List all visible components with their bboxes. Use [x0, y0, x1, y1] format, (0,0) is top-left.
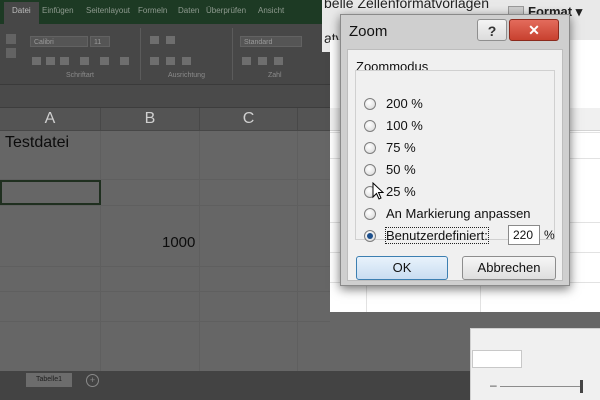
add-sheet-icon[interactable]: + — [86, 374, 99, 387]
tab-review[interactable]: Überprüfen — [206, 6, 246, 15]
ok-button[interactable]: OK — [356, 256, 448, 280]
radio-75[interactable] — [364, 142, 376, 154]
fill-color-icon[interactable] — [100, 57, 109, 65]
option-50-label[interactable]: 50 % — [386, 162, 416, 177]
zoom-out-button[interactable]: – — [490, 378, 497, 392]
underline-icon[interactable] — [60, 57, 69, 65]
copy-icon[interactable] — [6, 48, 16, 58]
tab-data[interactable]: Daten — [178, 6, 199, 15]
dialog-titlebar[interactable]: Zoom ? ✕ — [341, 15, 569, 49]
cell-b3-text[interactable]: 1000 — [162, 234, 195, 251]
dialog-body: Zoommodus 200 % 100 % 75 % 50 % 25 % An … — [347, 49, 563, 281]
bold-icon[interactable] — [32, 57, 41, 65]
radio-fit-selection[interactable] — [364, 208, 376, 220]
ribbon-divider — [232, 28, 233, 80]
status-view-box[interactable] — [472, 350, 522, 368]
align-middle-icon[interactable] — [166, 36, 175, 44]
tab-file[interactable]: Datei — [4, 2, 39, 24]
radio-100[interactable] — [364, 120, 376, 132]
cancel-button[interactable]: Abbrechen — [462, 256, 556, 280]
border-icon[interactable] — [80, 57, 89, 65]
option-75-label[interactable]: 75 % — [386, 140, 416, 155]
custom-zoom-input[interactable] — [508, 225, 540, 245]
mouse-pointer-icon — [372, 182, 384, 200]
percent-icon[interactable] — [258, 57, 267, 65]
selected-cell[interactable] — [0, 180, 101, 205]
option-custom-label[interactable]: Benutzerdefiniert: — [385, 227, 489, 244]
column-header-a[interactable]: A — [0, 108, 101, 130]
group-font-label: Schriftart — [66, 72, 95, 79]
percent-sign: % — [544, 228, 555, 242]
radio-50[interactable] — [364, 164, 376, 176]
help-button[interactable]: ? — [477, 19, 507, 41]
number-format-select[interactable]: Standard — [240, 36, 302, 47]
align-right-icon[interactable] — [182, 57, 191, 65]
tab-page-layout[interactable]: Seitenlayout — [86, 6, 130, 15]
cut-icon[interactable] — [6, 34, 16, 44]
ribbon-divider — [140, 28, 141, 80]
tab-view[interactable]: Ansicht — [258, 6, 284, 15]
option-fit-selection-label[interactable]: An Markierung anpassen — [386, 206, 531, 221]
radio-custom[interactable] — [364, 230, 376, 242]
cell-styles-label[interactable]: belle Zellenformatvorlagen — [324, 0, 489, 11]
group-alignment-label: Ausrichtung — [168, 72, 205, 79]
option-200-label[interactable]: 200 % — [386, 96, 423, 111]
font-name-select[interactable]: Calibri — [30, 36, 88, 47]
zoom-dialog: Zoom ? ✕ Zoommodus 200 % 100 % 75 % 50 %… — [340, 14, 570, 286]
column-header-c[interactable]: C — [200, 108, 298, 130]
font-size-select[interactable]: 11 — [90, 36, 110, 47]
font-color-icon[interactable] — [120, 57, 129, 65]
zoom-slider-track[interactable] — [500, 386, 580, 387]
chevron-down-icon: ▾ — [575, 4, 583, 19]
option-100-label[interactable]: 100 % — [386, 118, 423, 133]
dialog-title: Zoom — [349, 23, 388, 40]
cell-a1-text[interactable]: Testdatei — [5, 134, 69, 152]
sheet-tab[interactable]: Tabelle1 — [26, 373, 72, 387]
tab-formulas[interactable]: Formeln — [138, 6, 167, 15]
thousands-icon[interactable] — [274, 57, 283, 65]
radio-200[interactable] — [364, 98, 376, 110]
currency-icon[interactable] — [242, 57, 251, 65]
close-icon: ✕ — [528, 22, 540, 38]
option-25-label[interactable]: 25 % — [386, 184, 416, 199]
group-number-label: Zahl — [268, 72, 282, 79]
column-header-b[interactable]: B — [101, 108, 200, 130]
align-center-icon[interactable] — [166, 57, 175, 65]
zoom-slider-thumb[interactable] — [580, 380, 583, 393]
italic-icon[interactable] — [46, 57, 55, 65]
align-left-icon[interactable] — [150, 57, 159, 65]
tab-insert[interactable]: Einfügen — [42, 6, 74, 15]
align-top-icon[interactable] — [150, 36, 159, 44]
close-button[interactable]: ✕ — [509, 19, 559, 41]
